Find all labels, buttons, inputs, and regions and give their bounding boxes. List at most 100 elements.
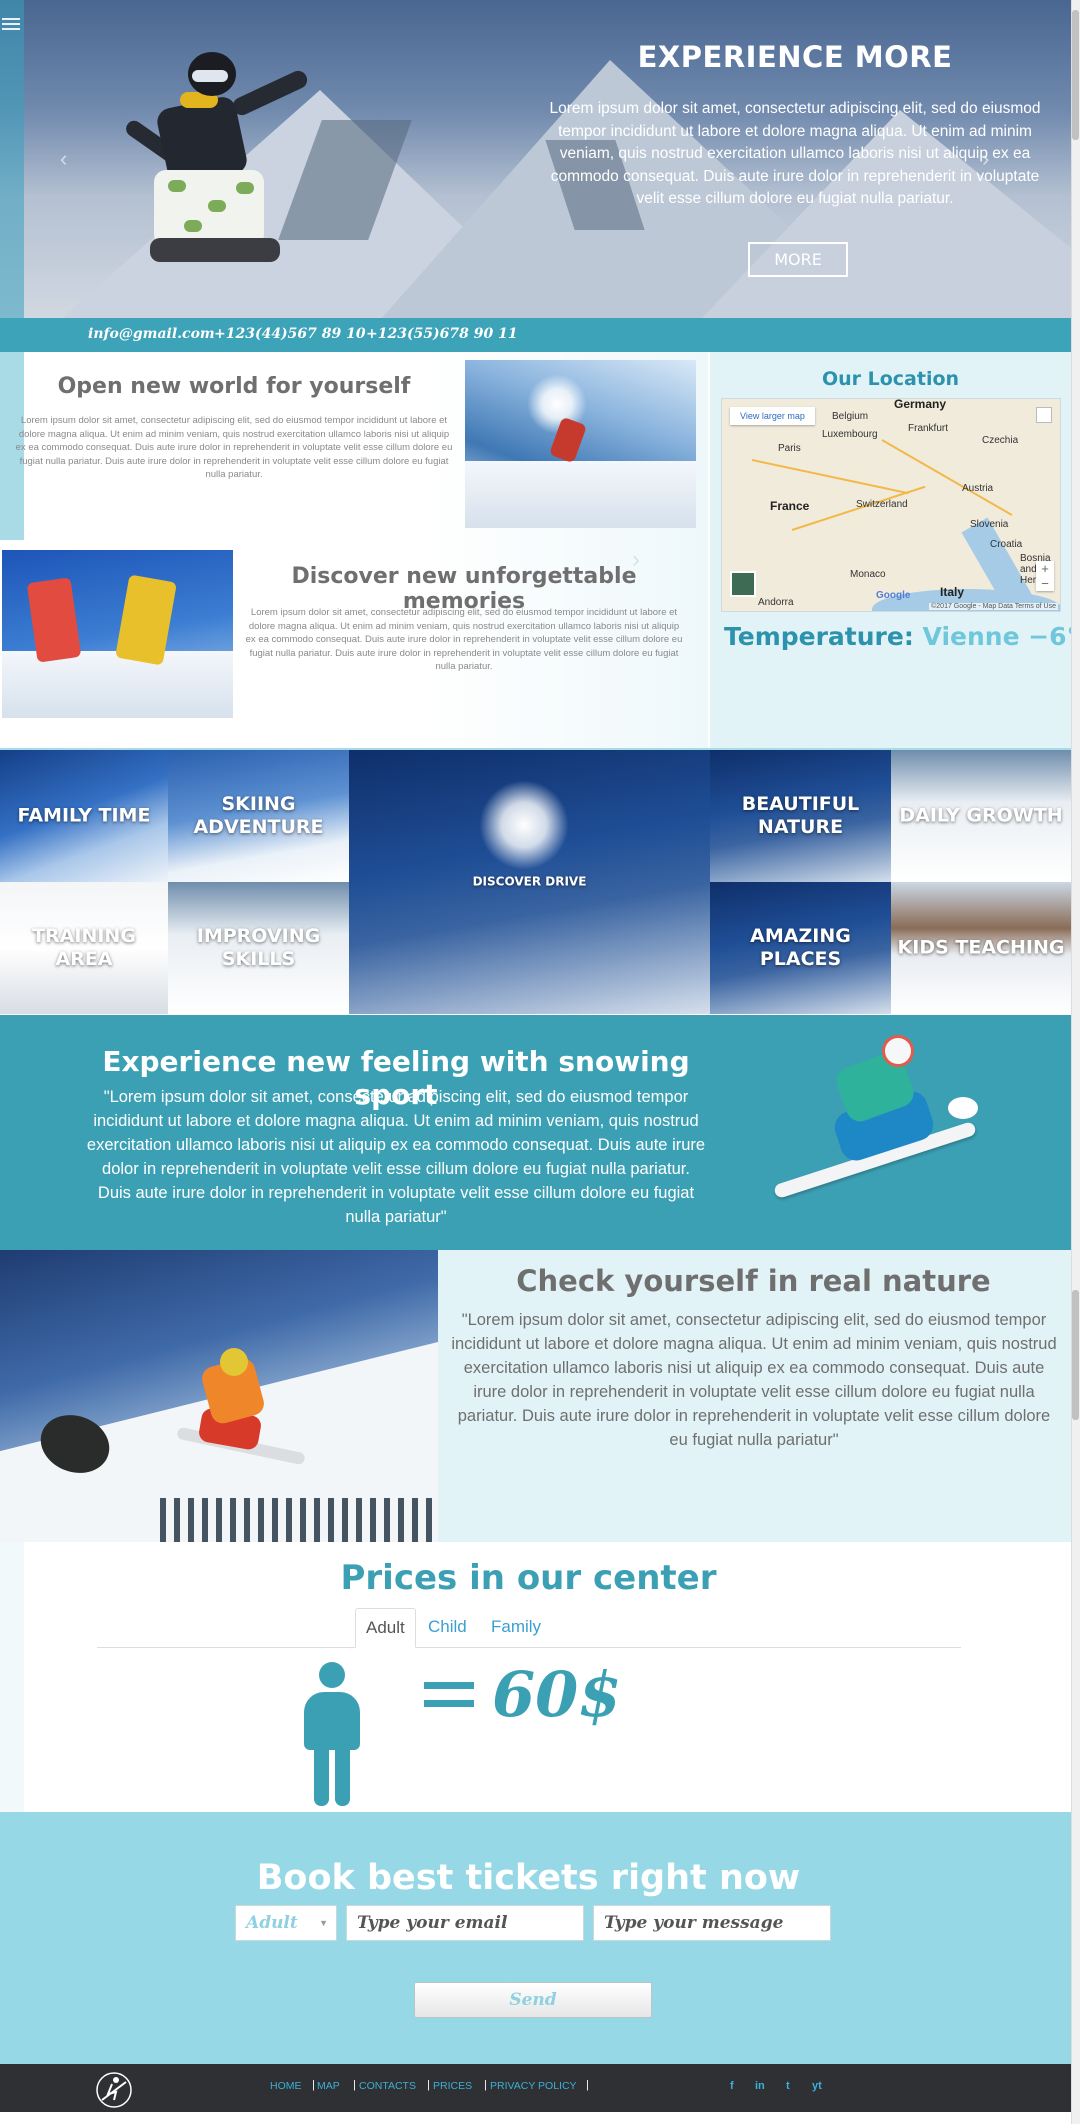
map-label: Switzerland: [856, 499, 908, 510]
block-text: Lorem ipsum dolor sit amet, consectetur …: [15, 415, 453, 480]
footer-link-prices[interactable]: PRICES: [433, 2080, 472, 2092]
page-scrollbar[interactable]: [1071, 0, 1080, 2124]
tab-adult[interactable]: Adult: [355, 1608, 416, 1648]
tile-training-area[interactable]: TRAINING AREA: [0, 882, 168, 1014]
tile-discover-drive[interactable]: DISCOVER DRIVE: [349, 750, 710, 1014]
linkedin-icon[interactable]: in: [755, 2080, 765, 2092]
scrollbar-thumb[interactable]: [1072, 10, 1079, 140]
youtube-icon[interactable]: yt: [812, 2080, 822, 2092]
temperature-ticker: Temperature: Vienne −6°C E: [724, 622, 1080, 651]
map-label: Germany: [894, 398, 947, 411]
satellite-toggle[interactable]: [730, 571, 756, 597]
block-text: Lorem ipsum dolor sit amet, consectetur …: [245, 607, 683, 672]
footer-separator: |: [353, 2079, 356, 2091]
tile-label: KIDS TEACHING: [897, 936, 1065, 959]
map-label: Slovenia: [970, 519, 1009, 530]
price-value: 60$: [492, 1658, 622, 1731]
footer-link-map[interactable]: MAP: [317, 2080, 340, 2092]
more-button[interactable]: MORE: [748, 242, 848, 277]
map-widget[interactable]: Germany Belgium Luxembourg Frankfurt Cze…: [721, 398, 1061, 612]
contact-phone[interactable]: +123(44)567 89 10: [214, 326, 366, 342]
camo-patch: [208, 200, 226, 212]
hero-slider: ‹ › EXPERIENCE MORE Lorem ipsum dolor si…: [0, 0, 1071, 318]
tile-improving-skills[interactable]: IMPROVING SKILLS: [168, 882, 349, 1014]
snowboarder-logo-icon[interactable]: [94, 2070, 134, 2110]
check-title: Check yourself in real nature: [516, 1264, 991, 1298]
tile-family-time[interactable]: FAMILY TIME: [0, 750, 168, 882]
footer-separator: |: [586, 2079, 589, 2091]
zoom-out-button[interactable]: −: [1036, 576, 1054, 591]
skier-photo: [465, 360, 696, 528]
temperature-value: Vienne −6°C E: [922, 622, 1080, 651]
footer-link-privacy-policy[interactable]: PRIVACY POLICY: [490, 2080, 577, 2092]
contact-bar: info@gmail.com +123(44)567 89 10 +123(55…: [0, 318, 1071, 352]
temperature-label: Temperature:: [724, 622, 914, 651]
tile-beautiful-nature[interactable]: BEAUTIFUL NATURE: [710, 750, 891, 882]
message-field[interactable]: [593, 1905, 831, 1941]
footer-separator: |: [312, 2079, 315, 2091]
prices-title: Prices in our center: [340, 1558, 717, 1598]
footer-link-home[interactable]: HOME: [270, 2080, 302, 2092]
tile-label: BEAUTIFUL NATURE: [741, 793, 860, 838]
email-field[interactable]: [346, 1905, 584, 1941]
tile-skiing-adventure[interactable]: SKIING ADVENTURE: [168, 750, 349, 882]
footer-bottom-spacer: [0, 2112, 1071, 2124]
location-title: Our Location: [821, 368, 960, 390]
map-label: Frankfurt: [908, 423, 949, 434]
footer-link-contacts[interactable]: CONTACTS: [359, 2080, 416, 2092]
contact-email[interactable]: info@gmail.com: [88, 326, 215, 342]
map-label: France: [770, 499, 810, 513]
tile-label: TRAINING AREA: [32, 925, 136, 970]
map-label: Czechia: [982, 435, 1019, 446]
snowboarder-jump-photo: [0, 1250, 438, 1542]
map-label: Croatia: [990, 539, 1023, 550]
chevron-down-icon: ▼: [319, 1918, 328, 1928]
tile-label: DISCOVER DRIVE: [472, 874, 587, 889]
snowboarder-image: [770, 1031, 990, 1211]
sun-glare: [479, 780, 569, 870]
send-button[interactable]: Send: [414, 1982, 652, 2018]
facebook-icon[interactable]: f: [730, 2080, 734, 2092]
experience-text: "Lorem ipsum dolor sit amet, consectetur…: [86, 1088, 706, 1226]
snowboarder-image: [120, 48, 320, 268]
tile-kids-teaching[interactable]: KIDS TEACHING: [891, 882, 1071, 1014]
footer-separator: |: [484, 2079, 487, 2091]
price-tabs: Adult Child Family: [97, 1608, 961, 1648]
hamburger-icon[interactable]: [2, 18, 20, 30]
google-logo: Google: [876, 590, 911, 601]
tree-line: [160, 1498, 438, 1542]
tab-child[interactable]: Child: [418, 1608, 477, 1648]
twitter-icon[interactable]: t: [786, 2080, 790, 2092]
location-panel: Our Location Germany Belgium Luxembourg …: [710, 352, 1080, 748]
map-road: [751, 459, 909, 495]
view-larger-map-link[interactable]: View larger map: [730, 407, 815, 425]
chevron-right-icon[interactable]: ›: [632, 546, 640, 574]
street-view-icon[interactable]: [1036, 407, 1052, 423]
tile-label: IMPROVING SKILLS: [196, 925, 321, 970]
equals-sign: [424, 1682, 474, 1712]
map-label: Andorra: [758, 597, 794, 608]
page: ‹ › EXPERIENCE MORE Lorem ipsum dolor si…: [0, 0, 1080, 2124]
tile-label: SKIING ADVENTURE: [193, 793, 324, 838]
person-icon: [300, 1662, 364, 1806]
skiers-photo: [2, 550, 233, 718]
scrollbar-thumb[interactable]: [1072, 1290, 1079, 1420]
tile-label: AMAZING PLACES: [750, 925, 851, 970]
ticket-type-select[interactable]: Adult ▼: [235, 1905, 337, 1941]
snow-spray: [948, 1097, 978, 1119]
experience-section: Experience new feeling with snowing spor…: [0, 1015, 1071, 1250]
map-label: Belgium: [832, 411, 869, 422]
camo-patch: [236, 182, 254, 194]
footer-separator: |: [427, 2079, 430, 2091]
chevron-left-icon[interactable]: ‹: [60, 146, 67, 172]
booking-section: Book best tickets right now Adult ▼ Send: [0, 1812, 1071, 2064]
map-attribution[interactable]: ©2017 Google - Map Data Terms of Use: [929, 603, 1058, 610]
rider-helmet: [220, 1348, 248, 1376]
tab-family[interactable]: Family: [481, 1608, 551, 1648]
tile-amazing-places[interactable]: AMAZING PLACES: [710, 882, 891, 1014]
contact-phone[interactable]: +123(55)678 90 11: [366, 326, 518, 342]
hero-title: EXPERIENCE MORE: [637, 40, 953, 74]
tile-daily-growth[interactable]: DAILY GROWTH: [891, 750, 1071, 882]
zoom-in-button[interactable]: +: [1036, 561, 1054, 576]
camo-patch: [168, 180, 186, 192]
